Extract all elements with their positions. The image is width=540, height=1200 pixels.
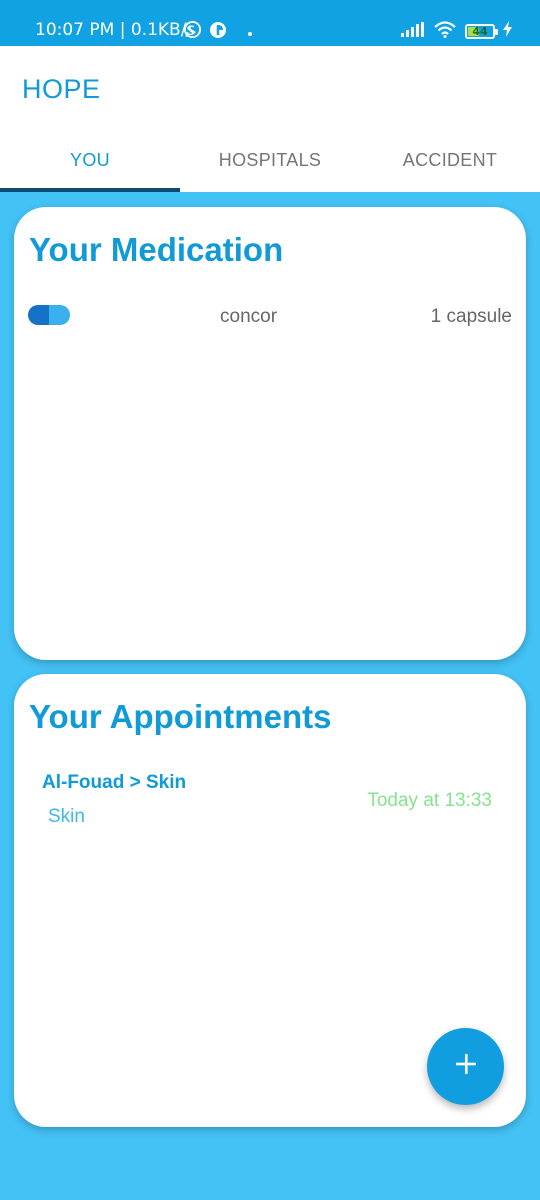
appointment-time: Today at 13:33 (367, 790, 492, 811)
appointments-title: Your Appointments (29, 698, 332, 735)
add-button[interactable] (427, 1028, 504, 1105)
app-notification-icon (209, 21, 227, 44)
app-bar: HOPE YOU HOSPITALS ACCIDENT (0, 46, 540, 192)
charging-icon (503, 21, 512, 42)
status-left-icons (183, 20, 252, 44)
whatsapp-icon (183, 20, 202, 44)
battery-icon: 44 (465, 24, 498, 39)
wifi-icon (433, 20, 457, 43)
tab-you[interactable]: YOU (0, 138, 180, 192)
pill-icon (28, 305, 70, 325)
signal-icon (401, 21, 425, 42)
appointment-department: Skin (48, 806, 85, 827)
medication-card: Your Medication concor 1 capsule (14, 207, 526, 660)
battery-level: 44 (472, 25, 488, 38)
status-right-icons: 44 (401, 20, 512, 43)
status-time: 10:07 PM | 0.1KB/s (35, 20, 196, 40)
dot-icon (248, 23, 252, 41)
tab-bar: YOU HOSPITALS ACCIDENT (0, 138, 540, 192)
status-bar: 10:07 PM | 0.1KB/s 44 (0, 0, 540, 46)
app-title: HOPE (22, 74, 101, 104)
appointment-place: Al-Fouad > Skin (42, 772, 187, 793)
medication-title: Your Medication (29, 231, 284, 268)
plus-icon (455, 1053, 477, 1080)
battery-cap (495, 29, 498, 35)
medication-name: concor (220, 306, 278, 327)
medication-dose: 1 capsule (430, 306, 512, 327)
tab-accident[interactable]: ACCIDENT (360, 138, 540, 192)
tab-hospitals[interactable]: HOSPITALS (180, 138, 360, 192)
